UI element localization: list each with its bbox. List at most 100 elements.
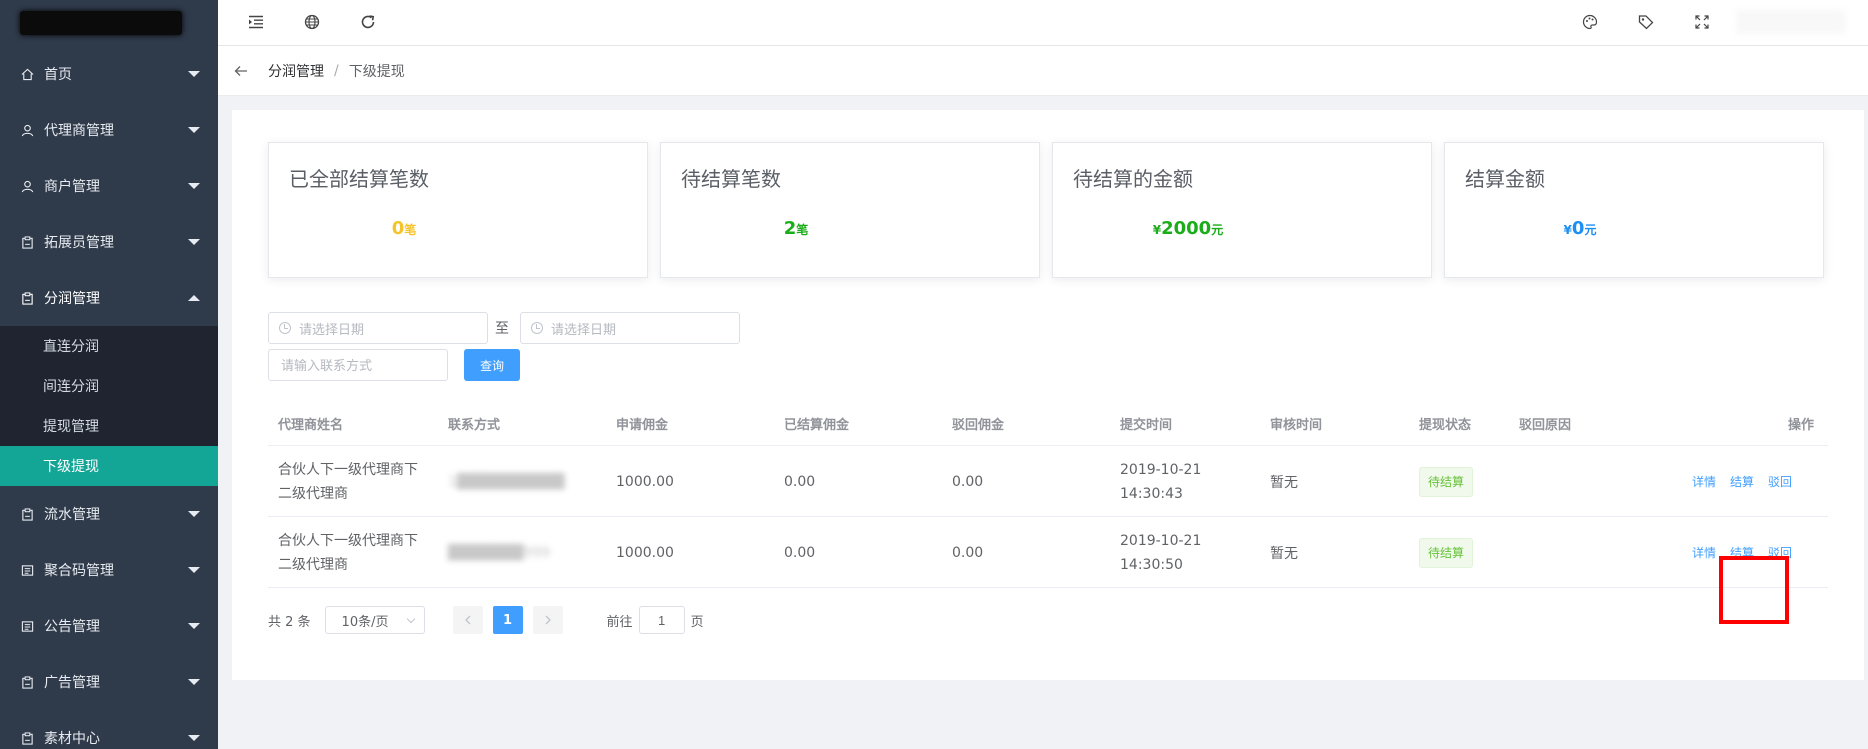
reject-link[interactable]: 驳回 bbox=[1768, 544, 1792, 561]
chevron-right-icon bbox=[545, 615, 551, 625]
sidebar-item-expanders[interactable]: 拓展员管理 bbox=[0, 214, 218, 270]
logo-image bbox=[20, 11, 182, 35]
withdraw-table: 代理商姓名 联系方式 申请佣金 已结算佣金 驳回佣金 提交时间 审核时间 提现状… bbox=[268, 400, 1828, 624]
sidebar-item-label: 素材中心 bbox=[44, 731, 100, 747]
sidebar-item-transactions[interactable]: 流水管理 bbox=[0, 486, 218, 542]
cell-submit-time: 2019-10-21 14:30:50 bbox=[1120, 532, 1202, 573]
cell-actions: 详情 结算 驳回 bbox=[1692, 446, 1806, 517]
chevron-left-icon bbox=[464, 615, 471, 625]
start-date-placeholder: 请选择日期 bbox=[299, 322, 365, 338]
main-panel: 已全部结算笔数 0笔 待结算笔数 2笔 待结算的金额 ¥2000元 结算金额 ¥… bbox=[232, 110, 1864, 680]
sidebar-subitem-subordinate-withdraw[interactable]: 下级提现 bbox=[0, 446, 218, 486]
cell-contact: ███████999 bbox=[448, 544, 551, 561]
stat-title: 已全部结算笔数 bbox=[289, 167, 429, 191]
user-icon bbox=[20, 179, 34, 193]
page-size-select[interactable]: 10条/页 bbox=[324, 606, 425, 634]
query-button[interactable]: 查询 bbox=[464, 349, 520, 381]
column-header: 申请佣金 bbox=[616, 417, 669, 433]
sidebar-item-ads[interactable]: 广告管理 bbox=[0, 654, 218, 710]
sidebar-item-agents[interactable]: 代理商管理 bbox=[0, 102, 218, 158]
caret-up-icon bbox=[188, 295, 200, 301]
column-header: 审核时间 bbox=[1270, 417, 1323, 433]
page-size-value: 10条/页 bbox=[341, 614, 389, 630]
user-info[interactable] bbox=[1736, 10, 1846, 34]
contact-input[interactable] bbox=[268, 349, 448, 381]
column-header: 驳回原因 bbox=[1519, 417, 1572, 433]
stat-card-settled-amount: 结算金额 ¥0元 bbox=[1444, 142, 1824, 278]
clock-icon bbox=[279, 322, 291, 334]
sidebar-item-label: 聚合码管理 bbox=[44, 563, 114, 579]
detail-link[interactable]: 详情 bbox=[1692, 473, 1716, 490]
clock-icon bbox=[531, 322, 543, 334]
next-page-button[interactable] bbox=[532, 606, 563, 634]
table-row: 合伙人下一级代理商下二级代理商 ███████999 1000.00 0.00 … bbox=[268, 517, 1828, 588]
sidebar-subitem-indirect-profit[interactable]: 间连分润 bbox=[0, 366, 218, 406]
refresh-icon[interactable] bbox=[358, 12, 378, 32]
sidebar-subitem-withdraw-management[interactable]: 提现管理 bbox=[0, 406, 218, 446]
caret-down-icon bbox=[188, 679, 200, 685]
document-icon bbox=[20, 563, 34, 577]
page-number-current[interactable]: 1 bbox=[492, 606, 523, 634]
cell-settled-commission: 0.00 bbox=[784, 544, 816, 561]
settle-link[interactable]: 结算 bbox=[1730, 473, 1754, 490]
status-badge: 待结算 bbox=[1419, 537, 1474, 568]
column-header: 操作 bbox=[1788, 417, 1815, 433]
status-badge: 待结算 bbox=[1419, 466, 1474, 497]
column-header: 提现状态 bbox=[1419, 417, 1472, 433]
stat-value: 2笔 bbox=[783, 218, 809, 239]
palette-icon[interactable] bbox=[1580, 12, 1600, 32]
sidebar-item-profit-sharing[interactable]: 分润管理 bbox=[0, 270, 218, 326]
stat-title: 结算金额 bbox=[1465, 167, 1545, 191]
caret-down-icon bbox=[188, 71, 200, 77]
sidebar-subitem-direct-profit[interactable]: 直连分润 bbox=[0, 326, 218, 366]
column-header: 联系方式 bbox=[448, 417, 501, 433]
sidebar-item-label: 公告管理 bbox=[44, 619, 100, 635]
sidebar-item-label: 拓展员管理 bbox=[44, 235, 114, 251]
stat-card-pending-amount: 待结算的金额 ¥2000元 bbox=[1052, 142, 1432, 278]
breadcrumb-separator: / bbox=[334, 62, 339, 79]
caret-down-icon bbox=[188, 567, 200, 573]
home-icon bbox=[20, 67, 34, 81]
logo[interactable] bbox=[0, 0, 218, 46]
goto-suffix: 页 bbox=[690, 614, 704, 630]
end-date-picker[interactable]: 请选择日期 bbox=[520, 312, 740, 344]
cell-agent-name: 合伙人下一级代理商下二级代理商 bbox=[278, 461, 418, 502]
fullscreen-icon[interactable] bbox=[1692, 12, 1712, 32]
column-header: 代理商姓名 bbox=[278, 417, 344, 433]
cell-rejected-commission: 0.00 bbox=[952, 544, 984, 561]
prev-page-button[interactable] bbox=[452, 606, 483, 634]
clipboard-icon bbox=[20, 291, 34, 305]
sidebar-item-merchants[interactable]: 商户管理 bbox=[0, 158, 218, 214]
sidebar-item-materials[interactable]: 素材中心 bbox=[0, 710, 218, 749]
clipboard-icon bbox=[20, 507, 34, 521]
sidebar-item-aggregate-code[interactable]: 聚合码管理 bbox=[0, 542, 218, 598]
cell-review-time: 暂无 bbox=[1270, 545, 1298, 562]
date-range-separator: 至 bbox=[495, 321, 509, 337]
start-date-picker[interactable]: 请选择日期 bbox=[268, 312, 488, 344]
tag-icon[interactable] bbox=[1636, 12, 1656, 32]
cell-review-time: 暂无 bbox=[1270, 474, 1298, 491]
cell-agent-name: 合伙人下一级代理商下二级代理商 bbox=[278, 532, 418, 573]
sidebar-item-label: 首页 bbox=[44, 67, 72, 83]
profit-sharing-submenu: 直连分润 间连分润 提现管理 下级提现 bbox=[0, 326, 218, 486]
stat-value: 0笔 bbox=[391, 218, 417, 239]
cell-status: 待结算 bbox=[1419, 517, 1474, 588]
sidebar-item-announcements[interactable]: 公告管理 bbox=[0, 598, 218, 654]
settle-link[interactable]: 结算 bbox=[1730, 544, 1754, 561]
sidebar-item-home[interactable]: 首页 bbox=[0, 46, 218, 102]
sidebar: 首页 代理商管理 商户管理 拓展员管理 分润管理 直连分润 间连分润 提现管理 … bbox=[0, 0, 218, 749]
detail-link[interactable]: 详情 bbox=[1692, 544, 1716, 561]
globe-icon[interactable] bbox=[302, 12, 322, 32]
indent-icon[interactable] bbox=[246, 12, 266, 32]
pagination-total: 共 2 条 bbox=[268, 614, 311, 630]
sidebar-item-label: 代理商管理 bbox=[44, 123, 114, 139]
stat-title: 待结算笔数 bbox=[681, 167, 781, 191]
goto-page-input[interactable] bbox=[638, 606, 685, 634]
reject-link[interactable]: 驳回 bbox=[1768, 473, 1792, 490]
goto-label: 前往 bbox=[606, 614, 633, 630]
stat-title: 待结算的金额 bbox=[1073, 167, 1193, 191]
table-header: 代理商姓名 联系方式 申请佣金 已结算佣金 驳回佣金 提交时间 审核时间 提现状… bbox=[268, 400, 1828, 446]
back-arrow-icon[interactable] bbox=[232, 62, 250, 80]
clipboard-icon bbox=[20, 731, 34, 745]
breadcrumb-parent[interactable]: 分润管理 bbox=[268, 61, 324, 81]
